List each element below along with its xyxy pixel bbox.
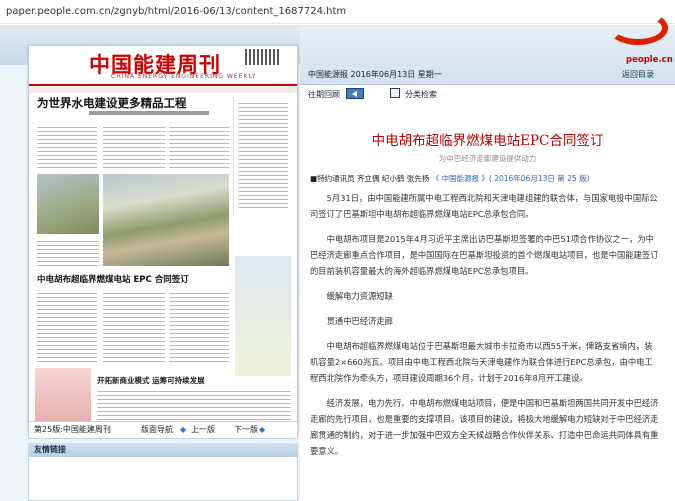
people-logo[interactable]: people.cn <box>600 11 675 65</box>
logo-swoosh-icon <box>608 11 668 45</box>
past-issues-label[interactable]: 往期回顾 <box>308 89 340 100</box>
address-bar[interactable]: paper.people.com.cn/zgnyb/html/2016-06/1… <box>0 0 675 24</box>
text-block <box>103 290 165 364</box>
article-toolbar: 往期回顾 分类检索 <box>300 86 675 104</box>
newspaper-headline-business[interactable]: 开拓新商业模式 运筹可持续发展 <box>97 375 205 386</box>
friend-links-header: 友情链接 <box>28 443 298 457</box>
back-to-index-link[interactable]: 返回目录 <box>622 69 654 80</box>
newspaper-photo-small <box>37 174 99 234</box>
article-header-band: people.cn 中国能源报 2016年06月13日 星期一 返回目录 <box>300 11 675 85</box>
qr-code-icon <box>245 49 279 65</box>
article-subtitle: 为中巴经济走廊建设提供动力 <box>438 154 537 163</box>
page-navigation-bar: 第25版:中国能建周刊 版面导航 ◆ 上一版 下一版 ◆ <box>28 421 298 439</box>
logo-url: people.cn <box>626 55 673 65</box>
next-page-link[interactable]: 下一版 <box>234 422 258 438</box>
edition-date: 中国能源报 2016年06月13日 星期一 <box>308 70 442 79</box>
next-page-icon: ◆ <box>259 425 266 434</box>
category-search-link[interactable]: 分类检索 <box>405 89 437 100</box>
text-block <box>37 290 97 364</box>
article-paragraph: 中电胡布项目是2015年4月习近平主席出访巴基斯坦签署的中巴51项合作协议之一，… <box>310 234 659 276</box>
newspaper-masthead: 中国能建周刊 CHINA ENERGY ENGINEERING WEEKLY <box>29 46 297 86</box>
newspaper-page-thumbnail[interactable]: 中国能建周刊 CHINA ENERGY ENGINEERING WEEKLY 为… <box>28 45 298 435</box>
page-label: 第25版:中国能建周刊 <box>34 425 111 434</box>
article-paragraph: 5月31日，由中国能建所属中电工程西北院和天津电建组建的联合体，与国家电投中国际… <box>310 193 658 219</box>
article-paragraph: 中电胡布超临界燃煤电站位于巴基斯坦最大城市卡拉奇市以西55千米，俾路支省境内，装… <box>310 341 653 383</box>
newspaper-headline[interactable]: 为世界水电建设更多精品工程 <box>37 95 187 111</box>
masthead-subtitle: CHINA ENERGY ENGINEERING WEEKLY <box>111 73 257 80</box>
prev-page-link[interactable]: 上一版 <box>191 422 215 438</box>
newspaper-advertisement <box>235 256 291 376</box>
newspaper-red-feature <box>35 368 91 428</box>
sidebar-text-block <box>238 100 288 210</box>
article-paragraph: 经济发展，电力先行。中电胡布燃煤电站项目，便是中国和巴基斯坦两国共同开发中巴经济… <box>310 398 659 456</box>
article-body: 5月31日，由中国能建所属中电工程西北院和天津电建组建的联合体，与国家电投中国际… <box>310 190 660 468</box>
text-block <box>37 238 99 268</box>
article-pane: people.cn 中国能源报 2016年06月13日 星期一 返回目录 往期回… <box>300 11 675 501</box>
byline-authors: ■特约通讯员 齐立偶 纪小鹤 张先扬 <box>310 174 430 183</box>
article-subheading: 缓解电力资源短缺 <box>326 291 393 301</box>
headline-subline <box>89 111 209 115</box>
page: 中国能建周刊 CHINA ENERGY ENGINEERING WEEKLY 为… <box>0 11 675 501</box>
article-title: 中电胡布超临界燃煤电站EPC合同签订 <box>371 133 604 149</box>
past-issues-button[interactable] <box>346 88 364 99</box>
left-pane: 中国能建周刊 CHINA ENERGY ENGINEERING WEEKLY 为… <box>0 25 300 501</box>
article-byline: ■特约通讯员 齐立偶 纪小鹤 张先扬 《 中国能源报 》( 2016年06月13… <box>310 173 670 184</box>
prev-page-icon: ◆ <box>180 425 187 434</box>
friend-links-body <box>28 457 298 501</box>
newspaper-headline-epc[interactable]: 中电胡布超临界燃煤电站 EPC 合同签订 <box>37 273 189 285</box>
text-block <box>103 124 165 170</box>
newspaper-sidebar-column <box>233 96 291 216</box>
text-block <box>37 124 97 170</box>
article-subheading: 贯通中巴经济走廊 <box>326 316 393 326</box>
byline-source: 《 中国能源报 》( 2016年06月13日 第 25 版) <box>431 174 590 183</box>
text-block <box>169 290 229 364</box>
layout-nav-link[interactable]: 版面导航 <box>141 422 173 438</box>
category-search-icon[interactable] <box>390 88 400 98</box>
newspaper-photo-construction <box>103 174 229 266</box>
text-block <box>169 124 229 170</box>
newspaper-date-bar <box>29 87 297 93</box>
